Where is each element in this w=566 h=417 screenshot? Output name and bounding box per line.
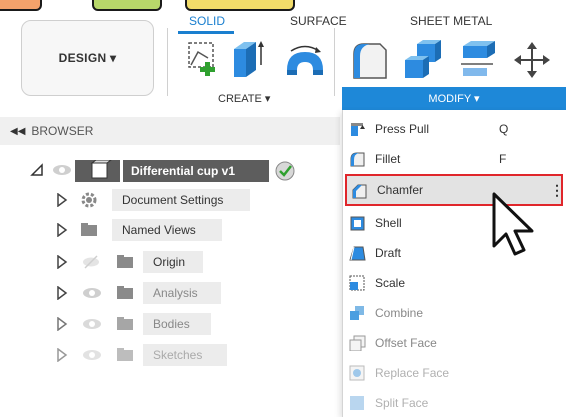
replace-face-icon — [349, 365, 365, 381]
shortcut-key: Q — [499, 122, 509, 136]
folder-icon — [117, 317, 133, 330]
menu-item-label: Combine — [375, 306, 424, 320]
expand-triangle-icon[interactable] — [56, 348, 68, 362]
expand-triangle-icon[interactable] — [56, 317, 68, 331]
menu-item-label: Offset Face — [375, 336, 437, 350]
menu-item-label: Fillet — [375, 152, 401, 166]
menu-item-label: Split Face — [375, 396, 429, 410]
more-options-icon[interactable]: ⋮ — [550, 182, 564, 199]
menu-item-press-pull[interactable]: Press Pull Q — [343, 114, 566, 144]
split-face-icon — [350, 396, 364, 410]
top-button-orange[interactable] — [0, 0, 42, 11]
move-copy-icon[interactable] — [513, 42, 551, 78]
collapse-triangle-icon[interactable] — [30, 163, 44, 177]
mouse-pointer-cursor-icon — [492, 192, 534, 256]
revolve-icon[interactable] — [283, 42, 327, 80]
visibility-eye-icon[interactable] — [52, 163, 72, 177]
menu-item-replace-face[interactable]: Replace Face — [343, 358, 566, 388]
tree-item-document-settings[interactable]: Document Settings — [112, 189, 250, 211]
draft-icon — [349, 246, 366, 261]
menu-item-label: Replace Face — [375, 366, 450, 380]
menu-item-scale[interactable]: Scale — [343, 268, 566, 298]
expand-triangle-icon[interactable] — [56, 286, 68, 300]
expand-triangle-icon[interactable] — [56, 255, 68, 269]
toolbar-separator — [334, 28, 335, 96]
menu-item-label: Shell — [375, 216, 402, 230]
active-tab-indicator — [178, 31, 234, 34]
tree-item-bodies[interactable]: Bodies — [143, 313, 211, 335]
workspace-switcher-button[interactable]: DESIGN ▾ — [21, 20, 154, 96]
menu-item-label: Draft — [375, 246, 402, 260]
modify-menu-button[interactable]: MODIFY ▾ — [342, 87, 566, 110]
component-box-icon — [75, 159, 120, 182]
menu-item-combine[interactable]: Combine — [343, 298, 566, 328]
top-button-green[interactable] — [92, 0, 162, 11]
shortcut-key: F — [499, 152, 507, 166]
toolbar-separator — [167, 28, 168, 96]
fillet-icon — [350, 152, 365, 167]
menu-item-fillet[interactable]: Fillet F — [343, 144, 566, 174]
expand-triangle-icon[interactable] — [56, 223, 68, 237]
tab-solid[interactable]: SOLID — [189, 14, 225, 28]
modify-menu-label: MODIFY ▾ — [428, 93, 480, 105]
menu-item-split-face[interactable]: Split Face — [343, 388, 566, 417]
press-pull-icon — [351, 123, 365, 136]
visibility-eye-icon[interactable] — [82, 348, 102, 362]
top-button-yellow[interactable] — [185, 0, 295, 11]
combine-icon — [350, 306, 364, 320]
folder-icon — [117, 348, 133, 361]
menu-item-label: Chamfer — [377, 183, 424, 197]
menu-item-label: Scale — [375, 276, 406, 290]
active-component-check-icon[interactable] — [274, 160, 296, 182]
browser-header[interactable]: ◀◀ BROWSER — [0, 117, 340, 145]
double-left-chevron-icon[interactable]: ◀◀ — [10, 126, 25, 137]
fillet-tool-icon[interactable] — [350, 38, 390, 82]
menu-item-label: Press Pull — [375, 122, 430, 136]
tree-item-origin[interactable]: Origin — [143, 251, 203, 273]
root-component-label[interactable]: Differential cup v1 — [123, 160, 269, 182]
extrude-icon[interactable] — [230, 37, 266, 81]
folder-icon — [117, 255, 133, 268]
offset-face-tool-icon[interactable] — [459, 38, 499, 82]
visibility-eye-icon[interactable] — [82, 317, 102, 331]
browser-title: BROWSER — [31, 124, 94, 138]
hidden-eye-icon[interactable] — [82, 255, 100, 269]
tree-item-analysis[interactable]: Analysis — [143, 282, 221, 304]
tab-sheet-metal[interactable]: SHEET METAL — [410, 14, 492, 28]
tree-item-sketches[interactable]: Sketches — [143, 344, 227, 366]
visibility-eye-icon[interactable] — [82, 286, 102, 300]
shell-icon — [350, 216, 365, 231]
folder-icon — [117, 286, 133, 299]
gear-icon — [81, 192, 97, 208]
menu-item-offset-face[interactable]: Offset Face — [343, 328, 566, 358]
create-menu-button[interactable]: CREATE ▾ — [218, 92, 270, 105]
folder-icon — [81, 223, 97, 236]
create-sketch-icon[interactable] — [186, 40, 220, 80]
chamfer-icon — [352, 184, 367, 199]
modify-dropdown-menu: Press Pull Q Fillet F Chamfer ⋮ Shell Dr… — [342, 110, 566, 417]
combine-tool-icon[interactable] — [403, 38, 443, 82]
tab-surface[interactable]: SURFACE — [290, 14, 347, 28]
tree-item-named-views[interactable]: Named Views — [112, 219, 222, 241]
expand-triangle-icon[interactable] — [56, 193, 68, 207]
scale-icon — [349, 275, 365, 291]
offset-face-icon — [349, 335, 366, 351]
